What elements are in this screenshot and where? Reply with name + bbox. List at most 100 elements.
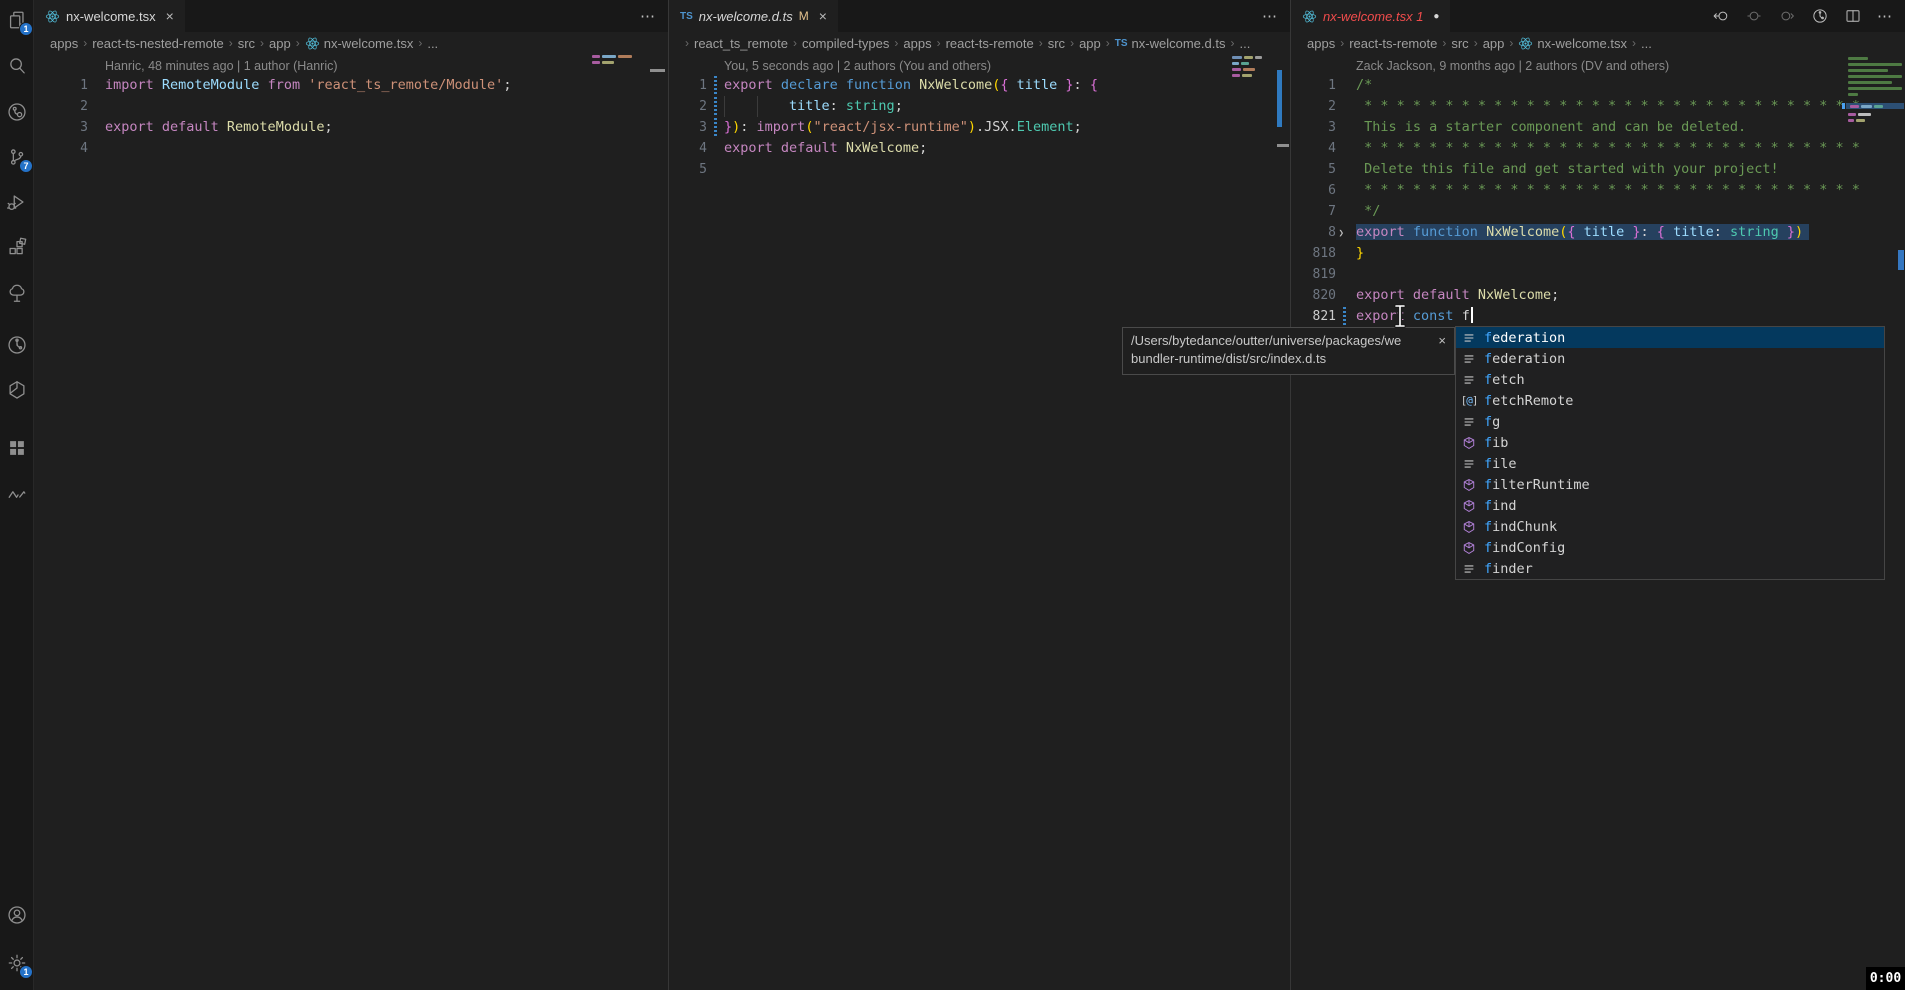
close-icon[interactable]: × [1438, 333, 1446, 348]
fold-chevron-icon[interactable]: ❯ [1339, 224, 1344, 241]
code-line[interactable]: 818} [1291, 243, 1905, 264]
activitybar-hexagon-icon[interactable] [0, 373, 34, 407]
breadcrumb: apps›react-ts-remote›src›app›nx-welcome.… [1291, 32, 1905, 54]
code-line[interactable]: 6 * * * * * * * * * * * * * * * * * * * … [1291, 180, 1905, 201]
code-line[interactable]: 5 [669, 159, 1290, 180]
breadcrumb-item[interactable]: app [1079, 36, 1101, 51]
code-editor[interactable]: Hanric, 48 minutes ago | 1 author (Hanri… [34, 54, 668, 990]
breadcrumb-item[interactable]: react-ts-remote [1349, 36, 1437, 51]
breadcrumb-item[interactable]: nx-welcome.tsx [1518, 36, 1627, 51]
run-graph-icon[interactable] [1811, 7, 1829, 25]
nav-circle-icon[interactable] [1745, 7, 1763, 25]
gutter-modified-indicator [1343, 307, 1346, 326]
react-file-icon [305, 36, 320, 51]
activitybar-source-control-icon[interactable]: 7 [0, 140, 34, 174]
activitybar-search-icon[interactable] [0, 49, 34, 83]
code-line[interactable]: 2title: string; [669, 96, 1290, 117]
code-line[interactable]: 2 * * * * * * * * * * * * * * * * * * * … [1291, 96, 1905, 117]
breadcrumb-item[interactable]: src [1048, 36, 1065, 51]
suggest-item-find[interactable]: find [1456, 495, 1884, 516]
code-line[interactable]: 1export declare function NxWelcome({ tit… [669, 75, 1290, 96]
breadcrumb-item[interactable]: app [269, 36, 291, 51]
suggest-item-fg[interactable]: fg [1456, 411, 1884, 432]
activitybar-settings-icon[interactable]: 1 [0, 946, 34, 980]
activitybar-extensions-icon[interactable] [0, 231, 34, 265]
suggest-item-federation[interactable]: federation [1456, 348, 1884, 369]
breadcrumb-label: app [1483, 36, 1505, 51]
more-actions-icon[interactable]: ⋯ [640, 7, 656, 25]
badge: 1 [19, 22, 33, 36]
chevron-right-icon: › [937, 36, 941, 50]
line-number: 819 [1291, 264, 1336, 285]
code-line[interactable]: 8❯export function NxWelcome({ title }: {… [1291, 222, 1905, 243]
token: ; [1551, 287, 1559, 303]
activitybar-run-debug-icon[interactable] [0, 185, 34, 219]
suggest-item-filterRuntime[interactable]: filterRuntime [1456, 474, 1884, 495]
token: export [1356, 224, 1413, 240]
tab-nx-welcome.d.ts[interactable]: TSnx-welcome.d.tsM× [669, 0, 838, 32]
code-editor[interactable]: You, 5 seconds ago | 2 authors (You and … [669, 54, 1290, 990]
breadcrumb-item[interactable]: ... [1239, 36, 1250, 51]
suggest-item-file[interactable]: file [1456, 453, 1884, 474]
split-editor-icon[interactable] [1844, 7, 1862, 25]
code-line[interactable]: 819 [1291, 264, 1905, 285]
breadcrumb-item[interactable]: src [238, 36, 255, 51]
more-actions-icon[interactable]: ⋯ [1877, 7, 1893, 25]
breadcrumb-item[interactable]: ... [427, 36, 438, 51]
code-line[interactable]: 4export default NxWelcome; [669, 138, 1290, 159]
code-line[interactable]: 3}): import("react/jsx-runtime").JSX.Ele… [669, 117, 1290, 138]
activitybar-explorer-icon[interactable]: 1 [0, 3, 34, 37]
line-number: 821 [1291, 306, 1336, 327]
code-line[interactable]: 5 Delete this file and get started with … [1291, 159, 1905, 180]
activitybar-account-icon[interactable] [0, 898, 34, 932]
suggest-item-findChunk[interactable]: findChunk [1456, 516, 1884, 537]
close-icon[interactable]: × [819, 8, 827, 24]
code-line[interactable]: 1/* [1291, 75, 1905, 96]
minimap-comment-line [1848, 57, 1868, 60]
breadcrumb-item[interactable]: src [1451, 36, 1468, 51]
suggest-item-findConfig[interactable]: findConfig [1456, 537, 1884, 558]
breadcrumb-item[interactable]: react-ts-nested-remote [92, 36, 224, 51]
breadcrumb-item[interactable]: react_ts_remote [694, 36, 788, 51]
suggest-item-fetchRemote[interactable]: [@]fetchRemote [1456, 390, 1884, 411]
code-line[interactable]: 3export default RemoteModule; [34, 117, 668, 138]
breadcrumb-item[interactable]: react-ts-remote [946, 36, 1034, 51]
code-line[interactable]: 3 This is a starter component and can be… [1291, 117, 1905, 138]
code-line[interactable]: 821export const f [1291, 306, 1905, 327]
activitybar-grid-icon[interactable] [0, 431, 34, 465]
close-icon[interactable]: × [166, 8, 174, 24]
suggest-item-finder[interactable]: finder [1456, 558, 1884, 579]
token: export [1356, 308, 1413, 324]
ts-file-icon: TS [680, 11, 693, 22]
breadcrumb-item[interactable]: apps [50, 36, 78, 51]
breadcrumb-item[interactable]: TSnx-welcome.d.ts [1115, 36, 1226, 51]
activitybar-git-graph-icon[interactable] [0, 95, 34, 129]
tab-nx-welcome.tsx-1[interactable]: nx-welcome.tsx 1● [1291, 0, 1450, 32]
breadcrumb-item[interactable]: apps [1307, 36, 1335, 51]
code-line[interactable]: 1import RemoteModule from 'react_ts_remo… [34, 75, 668, 96]
nav-circle-forward-icon[interactable] [1778, 7, 1796, 25]
suggest-item-fib[interactable]: fib [1456, 432, 1884, 453]
token: ; [324, 119, 332, 135]
activitybar-squiggle-icon[interactable] [0, 478, 34, 512]
recording-timer: 0:00 [1866, 967, 1905, 990]
activitybar-tree-icon[interactable] [0, 276, 34, 310]
tab-nx-welcome.tsx[interactable]: nx-welcome.tsx× [34, 0, 185, 32]
function-icon [1461, 541, 1477, 555]
code-line[interactable]: 820export default NxWelcome; [1291, 285, 1905, 306]
breadcrumb-item[interactable]: compiled-types [802, 36, 889, 51]
breadcrumb-item[interactable]: nx-welcome.tsx [305, 36, 414, 51]
code-line[interactable]: 2 [34, 96, 668, 117]
navigate-back-icon[interactable] [1712, 7, 1730, 25]
more-actions-icon[interactable]: ⋯ [1262, 7, 1278, 25]
suggest-item-federation[interactable]: federation [1456, 327, 1884, 348]
breadcrumb-item[interactable]: ... [1641, 36, 1652, 51]
code-line[interactable]: 4 * * * * * * * * * * * * * * * * * * * … [1291, 138, 1905, 159]
breadcrumb-item[interactable]: app [1483, 36, 1505, 51]
code-line[interactable]: 7 */ [1291, 201, 1905, 222]
breadcrumb-item[interactable]: apps [903, 36, 931, 51]
activitybar-circle-branch-icon[interactable] [0, 328, 34, 362]
suggest-item-fetch[interactable]: fetch [1456, 369, 1884, 390]
hexagon-icon [6, 379, 28, 401]
code-line[interactable]: 4 [34, 138, 668, 159]
